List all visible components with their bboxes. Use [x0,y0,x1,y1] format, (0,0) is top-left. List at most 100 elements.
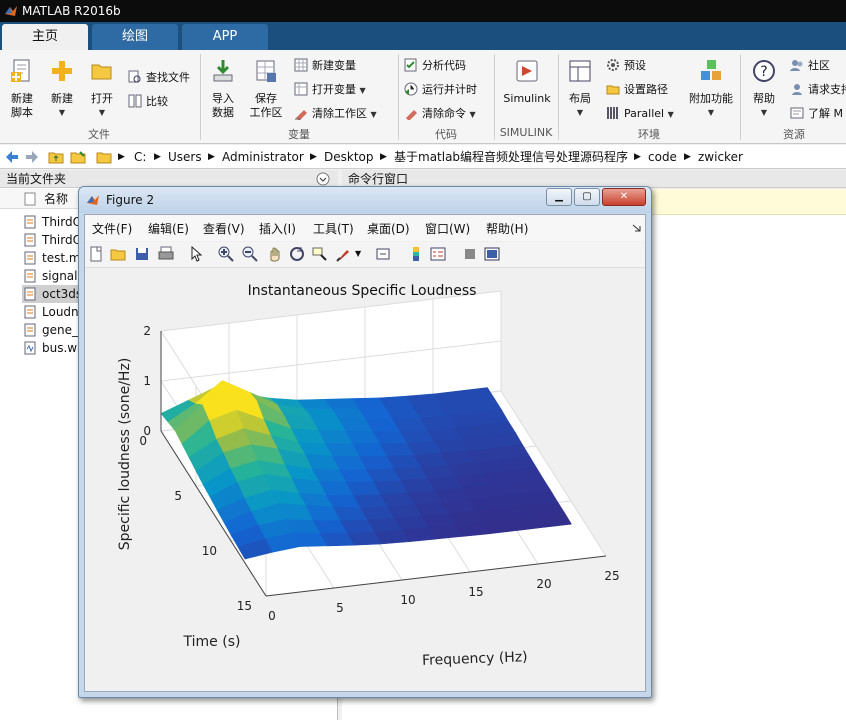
open-file-icon[interactable] [110,246,126,262]
open-button[interactable]: 打开 ▼ [84,56,120,120]
clear-commands-label: 清除命令 [422,107,466,120]
save-workspace-button[interactable]: 保存 工作区 [246,56,286,120]
clear-workspace-button[interactable]: 清除工作区 ▼ [294,106,377,123]
rotate-icon[interactable] [289,246,305,262]
parallel-button[interactable]: Parallel ▼ [606,106,674,123]
menu-file[interactable]: 文件(F) [92,221,132,237]
file-name: test.m [42,251,81,265]
clear-commands-button[interactable]: 清除命令 ▼ [404,106,476,123]
menu-edit[interactable]: 编辑(E) [148,221,189,237]
menu-tools[interactable]: 工具(T) [313,221,354,237]
brush-dropdown-icon[interactable]: ▼ [355,249,361,258]
open-caret-icon: ▼ [98,108,106,117]
crumb-separator-icon: ▶ [634,152,641,162]
x-tick-label: 25 [604,569,619,583]
pan-icon[interactable] [266,246,282,262]
help-button[interactable]: ? 帮助 ▼ [746,56,782,120]
current-folder-title-text: 当前文件夹 [6,172,67,186]
m-file-icon [24,269,36,283]
tab-home[interactable]: 主页 [2,24,88,50]
crumb-users[interactable]: Users [168,149,202,165]
community-button[interactable]: 社区 [790,58,830,74]
hide-plot-tools-icon[interactable] [462,246,478,262]
browse-folder-icon[interactable] [70,149,86,165]
maximize-button[interactable]: ▢ [574,188,600,206]
legend-icon[interactable] [430,246,446,262]
m-file-icon [24,305,36,319]
new-button[interactable]: 新建 ▼ [44,56,80,120]
z-tick-label: 0 [143,424,151,438]
tab-plots[interactable]: 绘图 [92,24,178,50]
zoom-in-icon[interactable] [218,246,234,262]
menu-desktop[interactable]: 桌面(D) [367,221,410,237]
ribbon-separator [494,54,495,140]
data-cursor-icon[interactable] [312,246,328,262]
matlab-logo-icon [5,6,17,16]
import-label-2: 数据 [212,106,234,119]
group-label-variable: 变量 [288,128,310,141]
new-figure-icon[interactable] [88,246,104,262]
new-variable-button[interactable]: 新建变量 [294,58,356,74]
crumb-separator-icon: ▶ [310,152,317,162]
crumb-code[interactable]: code [648,149,677,165]
new-script-button[interactable]: 新建 脚本 [4,56,40,120]
tab-apps[interactable]: APP [182,24,268,50]
crumb-administrator[interactable]: Administrator [222,149,304,165]
menu-insert[interactable]: 插入(I) [259,221,296,237]
gear-icon [607,59,619,71]
run-and-time-button[interactable]: 运行并计时 [404,82,477,98]
surface-plot[interactable]: 0510152025 051015 012 Instantaneous Spec… [85,270,645,690]
save-ws-label-1: 保存 [255,92,277,105]
path-folder-icon [96,152,112,164]
community-label: 社区 [808,59,830,72]
menu-view[interactable]: 查看(V) [203,221,245,237]
up-folder-icon[interactable] [48,149,64,165]
back-arrow-icon[interactable] [4,149,20,165]
show-plot-tools-icon[interactable] [484,246,500,262]
compare-button[interactable]: 比较 [128,94,168,110]
crumb-drive[interactable]: C: [134,149,146,165]
layout-icon [569,60,591,82]
simulink-button[interactable]: Simulink [500,56,554,106]
new-plus-icon [52,61,72,81]
set-path-button[interactable]: 设置路径 [606,82,668,98]
menu-window[interactable]: 窗口(W) [425,221,470,237]
colorbar-icon[interactable] [408,246,424,262]
print-icon[interactable] [158,246,174,262]
find-files-label: 查找文件 [146,71,190,84]
new-variable-icon [294,58,308,72]
pointer-icon[interactable] [188,246,204,262]
crumb-separator-icon: ▶ [380,152,387,162]
zoom-out-icon[interactable] [242,246,258,262]
menu-help[interactable]: 帮助(H) [486,221,528,237]
preferences-button[interactable]: 预设 [606,58,646,74]
dock-arrow-icon[interactable] [632,223,642,233]
import-data-button[interactable]: 导入 数据 [204,56,242,120]
brush-icon[interactable] [336,246,352,262]
crumb-project[interactable]: 基于matlab编程音频处理信号处理源码程序 [394,149,628,165]
m-file-icon [24,251,36,265]
layout-button[interactable]: 布局 ▼ [562,56,598,120]
close-button[interactable]: ✕ [602,188,646,206]
crumb-zwicker[interactable]: zwicker [698,149,743,165]
learn-matlab-button[interactable]: 了解 M [790,106,843,122]
analyze-code-button[interactable]: 分析代码 [404,58,466,74]
save-icon[interactable] [134,246,150,262]
ribbon-separator [558,54,559,140]
request-support-button[interactable]: 请求支持 [790,82,846,98]
new-label: 新建 [51,92,73,105]
addons-button[interactable]: 附加功能 ▼ [686,56,736,120]
link-icon[interactable] [376,246,392,262]
forward-arrow-icon[interactable] [24,149,40,165]
compare-icon [128,94,142,108]
column-name-header[interactable]: 名称 [44,191,68,207]
panel-actions-icon[interactable] [316,172,330,186]
x-tick-label: 5 [336,601,344,615]
learn-label: 了解 M [808,107,843,120]
find-files-button[interactable]: 查找文件 [128,70,190,86]
file-header-icon [24,192,36,206]
crumb-desktop[interactable]: Desktop [324,149,374,165]
minimize-button[interactable]: ▁ [546,188,572,206]
file-name: oct3ds [42,287,83,301]
open-variable-button[interactable]: 打开变量 ▼ [294,82,366,99]
